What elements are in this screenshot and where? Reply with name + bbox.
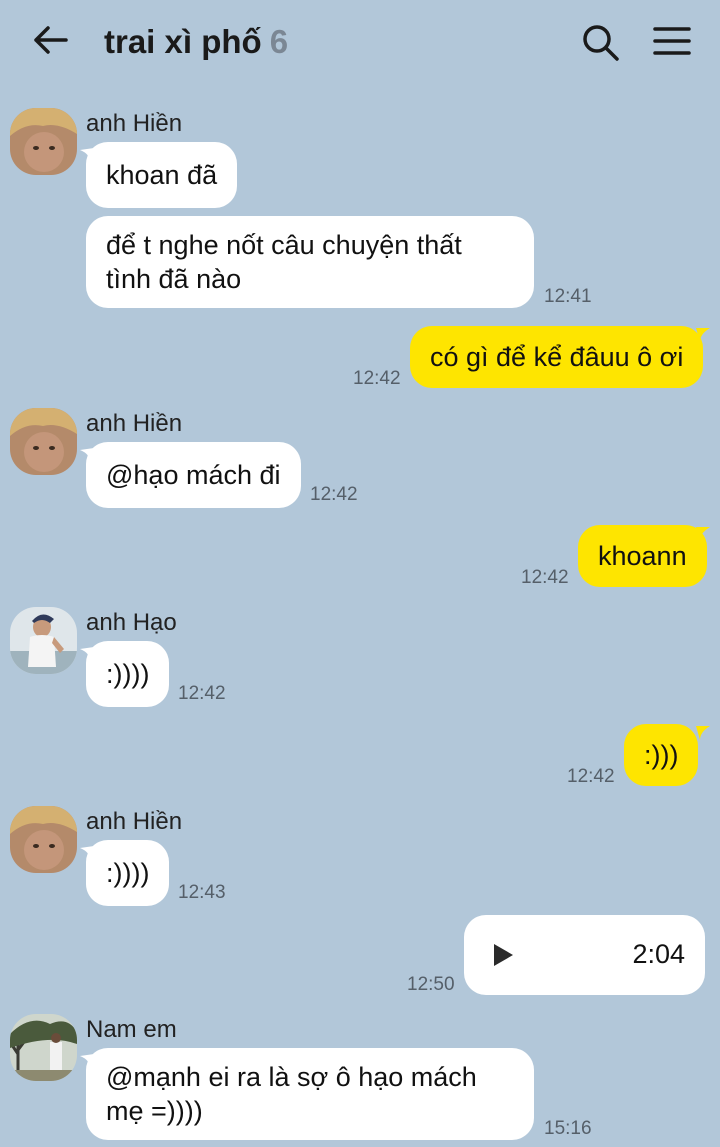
sender-name: anh Hạo (86, 609, 177, 636)
sender-name: Nam em (86, 1016, 177, 1043)
message-text-line: mẹ =)))) (106, 1096, 203, 1126)
message-text: @hạo mách đi (106, 460, 281, 490)
message-time: 12:42 (310, 484, 358, 505)
message-bubble[interactable]: :))) (624, 724, 699, 786)
message-time: 12:42 (178, 683, 226, 704)
message-text: khoan đã (106, 160, 218, 190)
member-count: 6 (269, 23, 289, 60)
chat-title: trai xì phố 6 (104, 22, 288, 62)
message-bubble[interactable]: :)))) (86, 641, 170, 707)
message-time: 12:42 (521, 567, 569, 588)
sender-name: anh Hiền (86, 110, 183, 137)
avatar-anh-hien[interactable] (10, 108, 77, 175)
search-icon[interactable] (580, 22, 620, 62)
message-text-line: @mạnh ei ra là sợ ô hạo mách (106, 1062, 477, 1092)
message-text: khoann (598, 541, 687, 571)
sender-name: anh Hiền (86, 808, 183, 835)
chat-title-text: trai xì phố (104, 23, 262, 60)
chat-header: trai xì phố 6 (0, 0, 720, 84)
avatar-anh-hao[interactable] (10, 607, 77, 674)
back-arrow-icon[interactable] (30, 22, 70, 58)
message-time: 12:41 (544, 286, 592, 307)
message-bubble[interactable]: khoann (578, 525, 707, 587)
message-text-line: để t nghe nốt câu chuyện thất (106, 230, 462, 260)
message-bubble[interactable]: @hạo mách đi (86, 442, 301, 508)
message-text: có gì để kể đâuu ô ơi (430, 342, 684, 372)
message-text-line: tình đã nào (106, 264, 242, 294)
message-bubble[interactable]: có gì để kể đâuu ô ơi (410, 326, 704, 388)
hamburger-menu-icon[interactable] (652, 22, 692, 62)
avatar-anh-hien[interactable] (10, 806, 77, 873)
avatar-anh-hien[interactable] (10, 408, 77, 475)
message-time: 12:50 (407, 974, 455, 995)
bubble-tail (696, 527, 710, 541)
sender-name: anh Hiền (86, 410, 183, 437)
message-text: :)))) (106, 659, 150, 689)
play-icon[interactable] (492, 943, 514, 967)
message-time: 12:42 (353, 368, 401, 389)
avatar-nam-em[interactable] (10, 1014, 77, 1081)
message-time: 12:43 (178, 882, 226, 903)
voice-message-bubble[interactable]: 2:04 (464, 915, 705, 995)
bubble-tail (696, 328, 710, 342)
bubble-tail (696, 726, 710, 740)
message-text: :)))) (106, 858, 150, 888)
voice-duration: 2:04 (632, 939, 685, 969)
message-bubble[interactable]: @mạnh ei ra là sợ ô hạo mách mẹ =)))) (86, 1048, 534, 1140)
message-bubble[interactable]: khoan đã (86, 142, 238, 208)
message-text: :))) (644, 740, 679, 770)
message-time: 12:42 (567, 766, 615, 787)
message-bubble[interactable]: để t nghe nốt câu chuyện thất tình đã nà… (86, 216, 534, 308)
message-bubble[interactable]: :)))) (86, 840, 170, 906)
message-time: 15:16 (544, 1118, 592, 1139)
